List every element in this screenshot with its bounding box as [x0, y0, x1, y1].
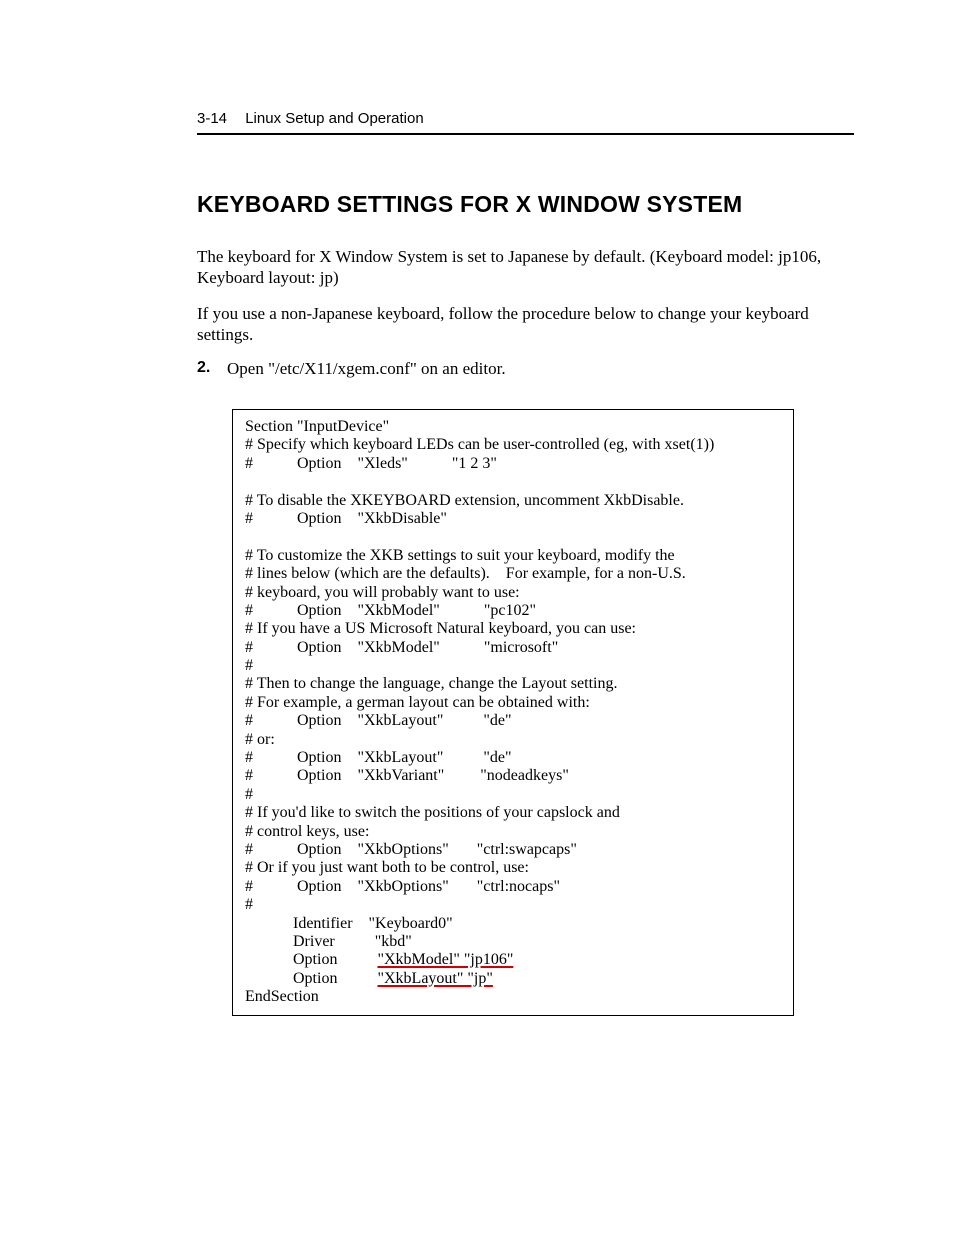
code-line: # Option "XkbDisable" — [245, 510, 447, 527]
step-text: Open "/etc/X11/xgem.conf" on an editor. — [227, 359, 506, 379]
step-number: 2. — [197, 359, 227, 379]
code-line: # or: — [245, 731, 275, 748]
code-line: # If you have a US Microsoft Natural key… — [245, 620, 636, 637]
code-line: # keyboard, you will probably want to us… — [245, 584, 520, 601]
code-line: # To customize the XKB settings to suit … — [245, 547, 675, 564]
code-line: # control keys, use: — [245, 823, 369, 840]
code-line: # To disable the XKEYBOARD extension, un… — [245, 492, 684, 509]
code-line: # Specify which keyboard LEDs can be use… — [245, 436, 714, 453]
page-content: 3-14 Linux Setup and Operation KEYBOARD … — [0, 0, 954, 1016]
code-line: # Option "XkbLayout" "de" — [245, 712, 512, 729]
code-line: # Option "XkbLayout" "de" — [245, 749, 512, 766]
code-line: # Option "XkbModel" "microsoft" — [245, 639, 558, 656]
code-line: EndSection — [245, 988, 319, 1005]
code-line: # lines below (which are the defaults). … — [245, 565, 686, 582]
code-line: # Or if you just want both to be control… — [245, 859, 529, 876]
section-title: KEYBOARD SETTINGS FOR X WINDOW SYSTEM — [197, 191, 854, 218]
code-line: # Option "Xleds" "1 2 3" — [245, 455, 497, 472]
body-paragraph: If you use a non-Japanese keyboard, foll… — [197, 303, 854, 346]
body-paragraph: The keyboard for X Window System is set … — [197, 246, 854, 289]
underlined-option-xkblayout: "XkbLayout" "jp" — [377, 970, 492, 987]
code-line: Option — [245, 970, 377, 987]
page-number: 3-14 — [197, 110, 227, 127]
code-line: Option — [245, 951, 377, 968]
underlined-option-xkbmodel: "XkbModel" "jp106" — [377, 951, 513, 968]
running-header: 3-14 Linux Setup and Operation — [197, 110, 854, 135]
code-line: # If you'd like to switch the positions … — [245, 804, 620, 821]
code-line: # For example, a german layout can be ob… — [245, 694, 590, 711]
numbered-step: 2. Open "/etc/X11/xgem.conf" on an edito… — [197, 359, 854, 379]
code-line: # — [245, 786, 253, 803]
code-line: # Then to change the language, change th… — [245, 675, 617, 692]
chapter-title: Linux Setup and Operation — [245, 110, 423, 127]
config-file-snippet: Section "InputDevice" # Specify which ke… — [232, 409, 794, 1016]
code-line: Section "InputDevice" — [245, 418, 389, 435]
code-line: # — [245, 657, 253, 674]
code-line: # — [245, 896, 253, 913]
code-line: # Option "XkbOptions" "ctrl:swapcaps" — [245, 841, 577, 858]
code-line: # Option "XkbOptions" "ctrl:nocaps" — [245, 878, 560, 895]
code-line: Driver "kbd" — [245, 933, 412, 950]
code-line: # Option "XkbModel" "pc102" — [245, 602, 536, 619]
code-line: Identifier "Keyboard0" — [245, 915, 453, 932]
code-line: # Option "XkbVariant" "nodeadkeys" — [245, 767, 569, 784]
